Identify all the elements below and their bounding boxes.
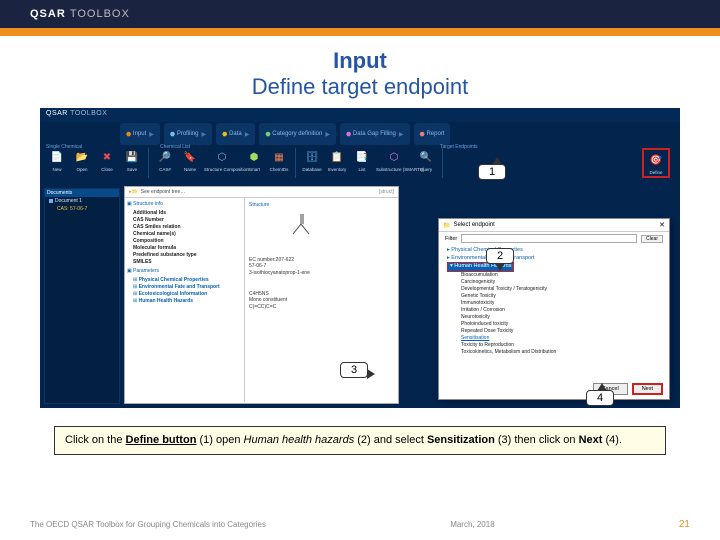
tool-close[interactable]: ✖Close	[96, 148, 118, 172]
tree-item[interactable]: Predefined substance type	[127, 251, 242, 258]
structure-header: Structure	[249, 202, 394, 208]
wf-step-report[interactable]: ⬣ Report	[414, 123, 451, 145]
footer-left: The OECD QSAR Toolbox for Grouping Chemi…	[30, 520, 266, 529]
endpoint-item[interactable]: Developmental Toxicity / Teratogenicity	[461, 286, 661, 293]
endpoint-item[interactable]: Bioaccumulation	[461, 272, 661, 279]
wf-step-data[interactable]: ⬣ Data▶	[216, 123, 255, 145]
tree-root-pcp[interactable]: ▸ Physical Chemical Properties	[447, 247, 661, 255]
callout-2: 2	[486, 248, 514, 264]
endpoint-tree[interactable]: ▸ Physical Chemical Properties ▸ Environ…	[439, 245, 669, 358]
folder-icon: ▸📁	[129, 189, 138, 195]
instruction-box: Click on the Define button (1) open Huma…	[54, 426, 666, 455]
tree-item[interactable]: ⊞ Physical Chemical Properties	[127, 276, 242, 283]
slide-title-area: Input Define target endpoint	[0, 48, 720, 100]
next-button[interactable]: Next	[632, 383, 663, 395]
panel-breadcrumb: ▸📁 See endpoint tree… [struct]	[125, 187, 398, 198]
tree-item[interactable]: CAS Number	[127, 216, 242, 223]
dialog-titlebar: 📁 Select endpoint ✕	[439, 219, 669, 232]
workflow-row: ⬣ Input▶ ⬣ Profiling▶ ⬣ Data▶ ⬣ Category…	[120, 123, 670, 145]
tool-structure[interactable]: ⬡Structure Composition	[204, 148, 240, 172]
slide-footer: The OECD QSAR Toolbox for Grouping Chemi…	[0, 519, 720, 530]
define-button[interactable]: 🎯Define	[645, 151, 667, 175]
accent-bar	[0, 28, 720, 36]
tool-smart[interactable]: ⬢Smart	[243, 148, 265, 172]
callout-3: 3	[340, 362, 368, 378]
tool-save[interactable]: 💾Save	[121, 148, 143, 172]
brand-prefix: QSAR	[30, 8, 66, 20]
filter-row: Filter Clear	[439, 232, 669, 245]
tree-item[interactable]: CAS Smiles relation	[127, 223, 242, 230]
title-sub: Define target endpoint	[0, 74, 720, 100]
clear-button[interactable]: Clear	[641, 235, 663, 243]
callout-1: 1	[478, 164, 506, 180]
endpoint-item[interactable]: Immunotoxicity	[461, 300, 661, 307]
endpoint-item[interactable]: Photoinduced toxicity	[461, 321, 661, 328]
tool-chemids[interactable]: ▦ChemIDs	[268, 148, 290, 172]
tree-root-eft[interactable]: ▸ Environmental Fate and Transport	[447, 255, 661, 263]
endpoint-item[interactable]: Genetic Toxicity	[461, 293, 661, 300]
tool-query[interactable]: 🔍Query	[415, 148, 437, 172]
tree-item[interactable]: SMILES	[127, 258, 242, 265]
tool-list[interactable]: 📑List	[351, 148, 373, 172]
tree-item[interactable]: Additional Ids	[127, 209, 242, 216]
tool-substructure[interactable]: ⬡Substructure (SMARTS)	[376, 148, 412, 172]
tree-item[interactable]: Molecular formula	[127, 244, 242, 251]
tool-open[interactable]: 📂Open	[71, 148, 93, 172]
tool-sep-2	[295, 148, 296, 178]
tool-sep-1	[148, 148, 149, 178]
tool-cas[interactable]: 🔎CAS#	[154, 148, 176, 172]
filter-label: Filter	[445, 236, 457, 242]
title-main: Input	[0, 48, 720, 74]
brand-logo: QSAR TOOLBOX	[30, 8, 130, 20]
wf-step-gapfill[interactable]: ⬣ Data Gap Filling▶	[340, 123, 410, 145]
filter-input[interactable]	[461, 234, 637, 243]
documents-tab[interactable]: Documents	[45, 189, 119, 197]
dialog-close-button[interactable]: ✕	[659, 221, 665, 229]
wf-step-input[interactable]: ⬣ Input▶	[120, 123, 160, 145]
hhh-children: Bioaccumulation Carcinogenicity Developm…	[447, 272, 661, 356]
select-endpoint-dialog: 📁 Select endpoint ✕ Filter Clear ▸ Physi…	[438, 218, 670, 400]
footer-date: March, 2018	[450, 520, 494, 529]
wf-step-category[interactable]: ⬣ Category definition▶	[259, 123, 336, 145]
wf-step-profiling[interactable]: ⬣ Profiling▶	[164, 123, 212, 145]
tool-name[interactable]: 🔖Name	[179, 148, 201, 172]
tree-cas-1[interactable]: CAS: 57-06-7	[45, 205, 119, 213]
tree-root-hhh[interactable]: ▾ Human Health Hazards	[447, 262, 661, 272]
endpoint-item[interactable]: Repeated Dose Toxicity	[461, 328, 661, 335]
endpoint-item[interactable]: Irritation / Corrosion	[461, 307, 661, 314]
app-titlebar	[40, 108, 680, 122]
folder-icon: 📁	[443, 222, 450, 229]
tree-item[interactable]: Composition	[127, 237, 242, 244]
tree-item[interactable]: Chemical name(s)	[127, 230, 242, 237]
tree-doc-1[interactable]: Document 1	[45, 197, 119, 205]
callout-4: 4	[586, 390, 614, 406]
tool-new[interactable]: 📄New	[46, 148, 68, 172]
tool-database[interactable]: 🗄Database	[301, 148, 323, 172]
endpoint-item[interactable]: Carcinogenicity	[461, 279, 661, 286]
tool-sep-3	[442, 148, 443, 178]
doc-icon	[49, 199, 53, 203]
tree-item[interactable]: ⊞ Environmental Fate and Transport	[127, 283, 242, 290]
tree-item[interactable]: ⊞ Ecotoxicological Information	[127, 290, 242, 297]
endpoint-item-sensitisation[interactable]: Sensitisation	[461, 335, 661, 342]
tool-inventory[interactable]: 📋Inventory	[326, 148, 348, 172]
target-endpoint-group: 🎯Define	[642, 148, 670, 178]
slide-header-bar: QSAR TOOLBOX	[0, 0, 720, 28]
doc-tree[interactable]: ▣ Structure info Additional Ids CAS Numb…	[125, 198, 245, 402]
tree-item[interactable]: ⊞ Human Health Hazards	[127, 297, 242, 304]
endpoint-item[interactable]: Toxicity to Reproduction	[461, 342, 661, 349]
documents-panel: Documents Document 1 CAS: 57-06-7	[44, 188, 120, 404]
toolbar: 📄New 📂Open ✖Close 💾Save 🔎CAS# 🔖Name ⬡Str…	[46, 148, 670, 182]
app-logo: QSAR TOOLBOX	[46, 110, 107, 117]
structure-drawing	[289, 210, 319, 240]
page-number: 21	[679, 519, 690, 530]
endpoint-item[interactable]: Neurotoxicity	[461, 314, 661, 321]
endpoint-item[interactable]: Toxicokinetics, Metabolism and Distribut…	[461, 349, 661, 356]
brand-suffix: TOOLBOX	[70, 8, 130, 20]
